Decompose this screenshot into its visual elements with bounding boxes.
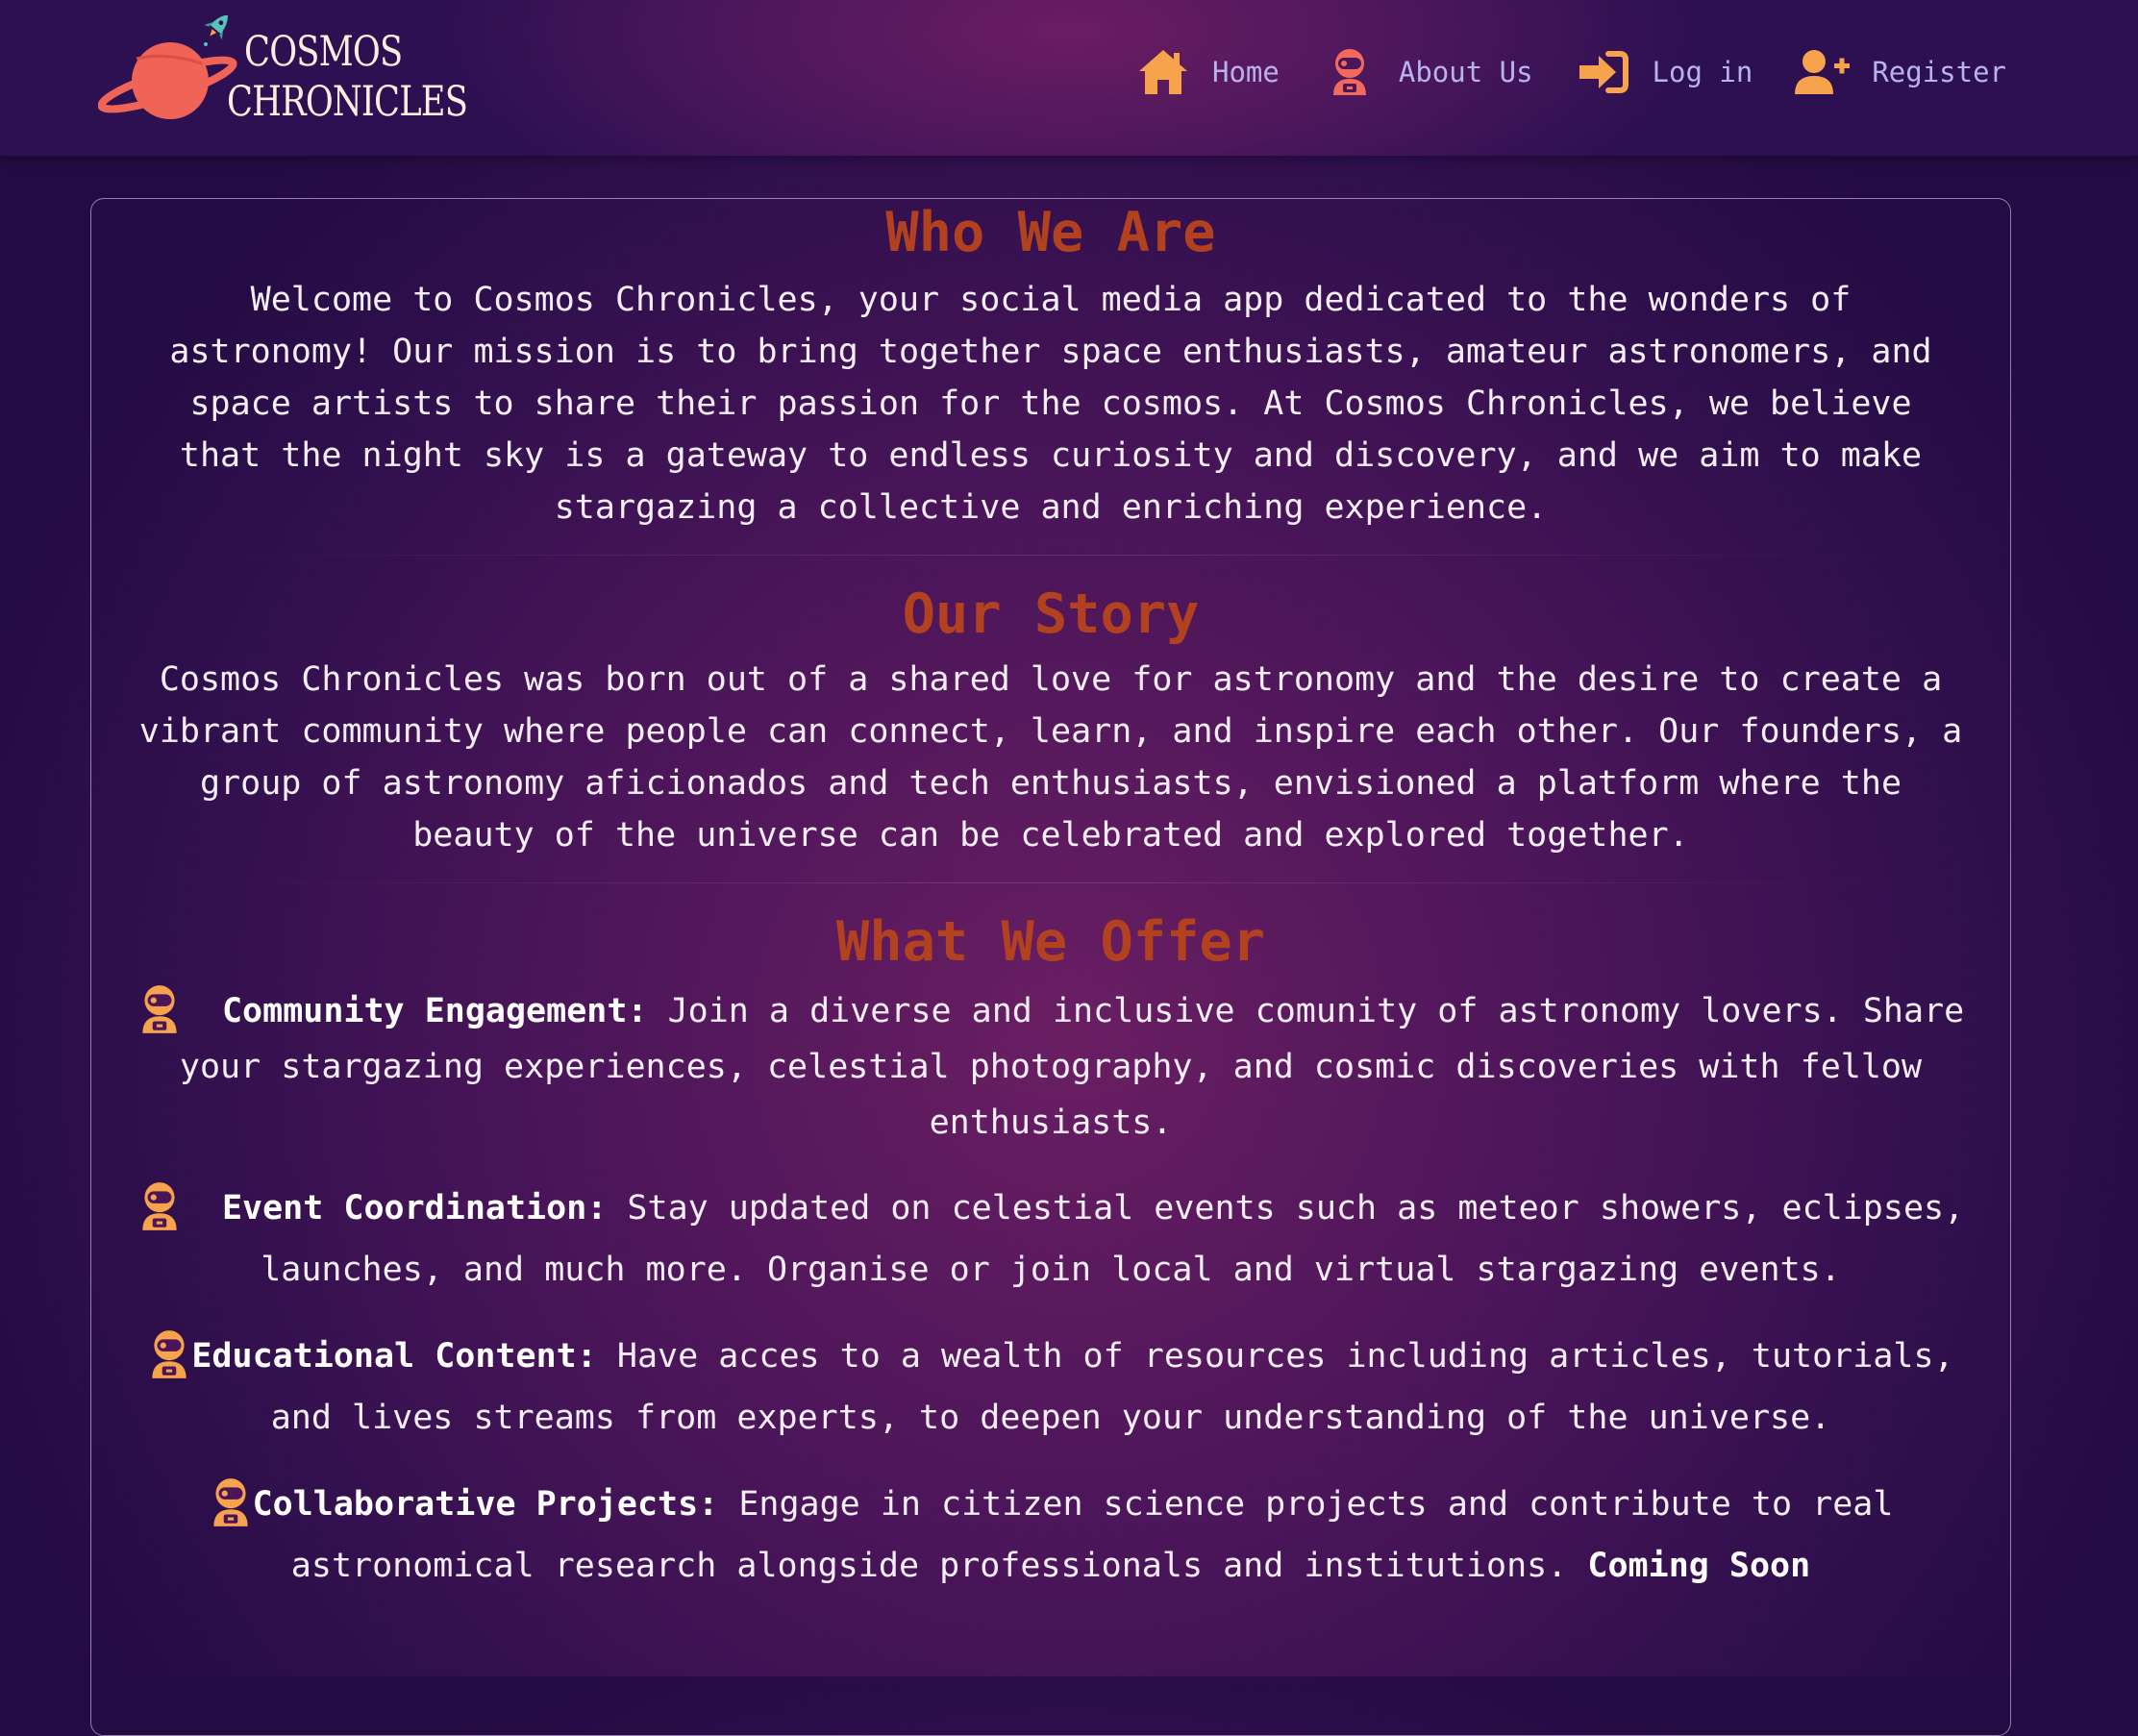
navbar: COSMOS CHRONICLES Home About Us Log in R… (0, 0, 2138, 156)
offer-item: Educational Content: Have acces to a wea… (132, 1326, 1970, 1449)
nav-home-label: Home (1212, 56, 1280, 88)
offer-item: Collaborative Projects: Engage in citize… (132, 1474, 1970, 1597)
offer-heading: Educational Content: (191, 1337, 597, 1376)
astronaut-icon (147, 1328, 191, 1380)
nav-about-us[interactable]: About Us (1322, 44, 1533, 100)
nav-home[interactable]: Home (1135, 44, 1280, 100)
main-nav: Home About Us Log in Register (1135, 42, 2006, 102)
offer-heading: Event Coordination: (221, 1189, 608, 1228)
home-icon (1135, 44, 1191, 100)
our-story-section: Our Story Cosmos Chronicles was born out… (132, 581, 1970, 861)
brand-logo-link[interactable]: COSMOS CHRONICLES (98, 15, 468, 131)
astronaut-icon (137, 983, 182, 1035)
what-we-offer-section: What We Offer Community Engagement: Join… (132, 908, 1970, 1597)
brand-name: COSMOS CHRONICLES (227, 27, 468, 127)
nav-log-in[interactable]: Log in (1576, 44, 1753, 100)
who-we-are-section: Who We Are Welcome to Cosmos Chronicles,… (132, 199, 1970, 533)
nav-about-us-label: About Us (1398, 56, 1533, 88)
astronaut-icon (209, 1476, 253, 1528)
our-story-text: Cosmos Chronicles was born out of a shar… (138, 660, 1963, 855)
who-we-are-text: Welcome to Cosmos Chronicles, your socia… (169, 281, 1932, 527)
offer-item: Event Coordination: Stay updated on cele… (132, 1178, 1970, 1301)
user-plus-icon (1795, 44, 1851, 100)
brand-name-line2: CHRONICLES (227, 78, 468, 126)
offer-heading: Collaborative Projects: (252, 1485, 719, 1524)
offer-item: Community Engagement: Join a diverse and… (132, 983, 1970, 1151)
nav-log-in-label: Log in (1652, 56, 1753, 88)
sign-in-icon (1576, 44, 1631, 100)
astronaut-icon (1322, 44, 1378, 100)
nav-register[interactable]: Register (1795, 44, 2006, 100)
offer-heading: Community Engagement: (221, 992, 648, 1030)
astronaut-icon (137, 1180, 182, 1232)
our-story-title: Our Story (902, 583, 1200, 646)
section-divider (170, 882, 1931, 883)
about-card: Who We Are Welcome to Cosmos Chronicles,… (90, 198, 2011, 1736)
who-we-are-title: Who We Are (885, 201, 1216, 264)
what-we-offer-title: What We Offer (835, 910, 1266, 974)
brand-name-line1: COSMOS (244, 28, 403, 76)
nav-register-label: Register (1872, 56, 2006, 88)
section-divider (170, 555, 1931, 556)
coming-soon-badge: Coming Soon (1587, 1547, 1811, 1585)
